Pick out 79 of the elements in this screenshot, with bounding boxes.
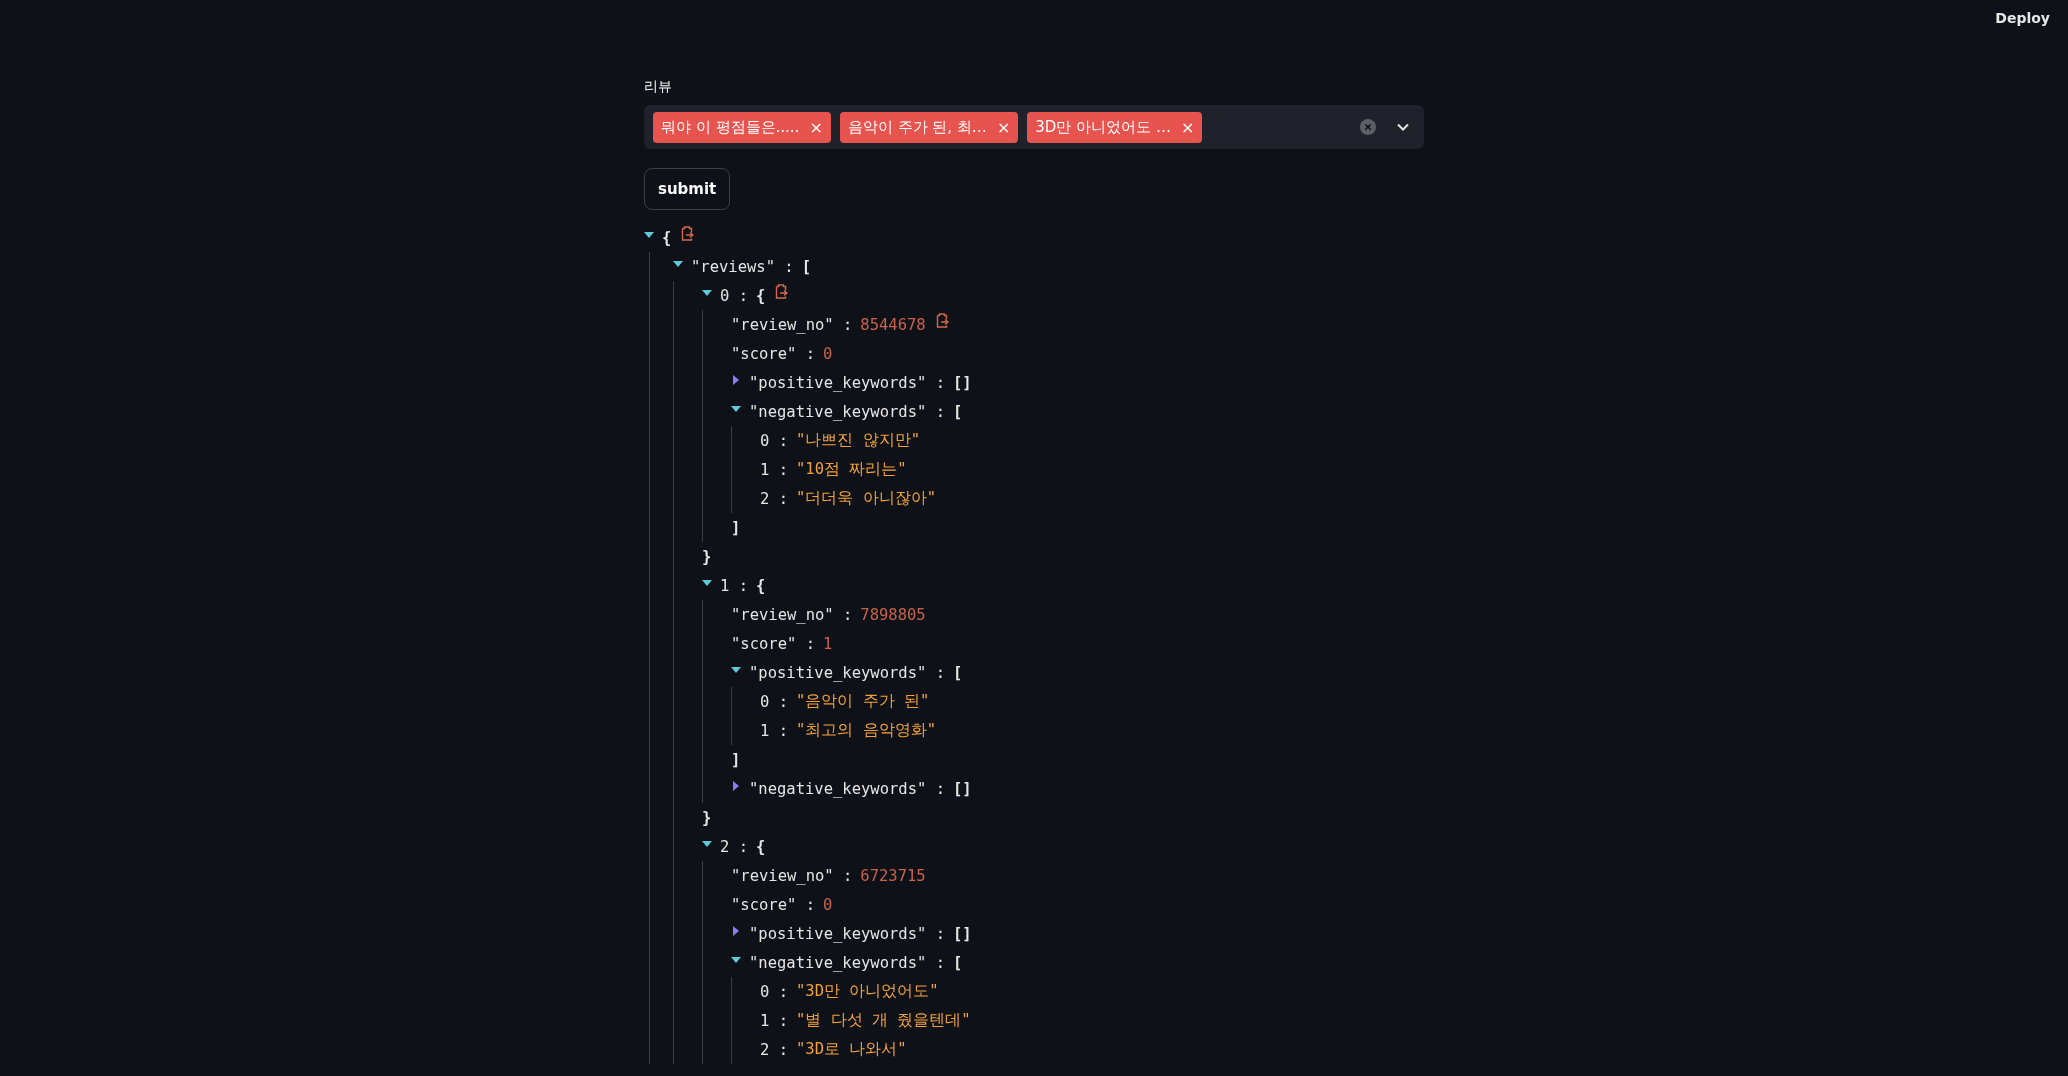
json-key: 1 : xyxy=(760,460,788,479)
clipboard-icon[interactable] xyxy=(681,226,695,241)
json-value: "더더욱 아니잖아" xyxy=(796,488,936,509)
field-label: 리뷰 xyxy=(644,78,672,96)
remove-tag-button[interactable]: × xyxy=(1180,117,1195,137)
clear-icon[interactable] xyxy=(1360,119,1376,135)
collapsed-caret-icon[interactable] xyxy=(733,374,739,385)
deploy-button[interactable]: Deploy xyxy=(1995,10,2050,26)
open-bracket: [ xyxy=(952,663,963,682)
clipboard-icon[interactable] xyxy=(775,284,789,299)
json-key: "negative_keywords" : xyxy=(749,779,945,798)
collapsed-caret-icon[interactable] xyxy=(733,925,739,936)
clipboard-icon[interactable] xyxy=(935,313,949,328)
open-bracket: { xyxy=(662,228,672,247)
open-bracket: { xyxy=(756,576,766,595)
json-key: 2 : xyxy=(760,489,788,508)
json-key: 2 : xyxy=(720,837,748,856)
open-bracket: { xyxy=(756,837,766,856)
chevron-down-icon[interactable] xyxy=(1396,122,1410,132)
remove-tag-button[interactable]: × xyxy=(809,117,823,137)
json-key: 0 : xyxy=(760,431,788,450)
json-value: [] xyxy=(952,779,972,798)
remove-tag-button[interactable]: × xyxy=(996,117,1011,137)
close-bracket: } xyxy=(702,547,712,566)
open-bracket: [ xyxy=(801,257,811,276)
expanded-caret-icon[interactable] xyxy=(673,260,683,267)
json-value: 0 xyxy=(823,895,833,914)
json-value: 8544678 xyxy=(860,315,926,334)
json-key: 2 : xyxy=(760,1040,788,1059)
open-bracket: { xyxy=(756,286,766,305)
close-bracket: ] xyxy=(731,750,741,769)
json-key: 0 : xyxy=(760,692,788,711)
json-key: "positive_keywords" : xyxy=(749,924,945,943)
expanded-caret-icon[interactable] xyxy=(731,405,741,412)
close-bracket: } xyxy=(702,808,712,827)
json-key: "positive_keywords" : xyxy=(749,663,945,682)
json-value: 7898805 xyxy=(860,605,926,624)
expanded-caret-icon[interactable] xyxy=(731,956,741,963)
open-bracket: [ xyxy=(952,402,963,421)
json-value: 1 xyxy=(823,634,833,653)
json-value: 0 xyxy=(823,344,833,363)
json-key: "review_no" : xyxy=(731,605,853,624)
json-value: 6723715 xyxy=(860,866,926,885)
expanded-caret-icon[interactable] xyxy=(702,289,712,296)
json-value: "최고의 음악영화" xyxy=(796,720,936,741)
multiselect-field[interactable]: 뭐야 이 평점들은..... × 음악이 주가 된, 최… × 3D만 아니었어도 … × xyxy=(644,105,1424,149)
json-key: "reviews" : xyxy=(691,257,794,276)
json-value: "3D만 아니었어도" xyxy=(796,981,939,1002)
json-value: [] xyxy=(952,924,972,943)
json-value: "별 다섯 개 줬을텐데" xyxy=(796,1010,971,1031)
tag-text: 음악이 주가 된, 최… xyxy=(847,117,987,137)
json-value: "10점 짜리는" xyxy=(796,459,907,480)
json-key: "negative_keywords" : xyxy=(749,953,945,972)
collapsed-caret-icon[interactable] xyxy=(733,780,739,791)
tag-text: 3D만 아니었어도 … xyxy=(1035,117,1171,137)
json-key: 0 : xyxy=(760,982,788,1001)
json-key: "score" : xyxy=(731,895,815,914)
json-key: "score" : xyxy=(731,344,815,363)
tag-text: 뭐야 이 평점들은..... xyxy=(661,117,800,137)
json-key: "negative_keywords" : xyxy=(749,402,945,421)
submit-button[interactable]: submit xyxy=(644,168,731,210)
json-key: 0 : xyxy=(720,286,748,305)
json-value: "나쁘진 않지만" xyxy=(796,430,920,451)
json-key: "review_no" : xyxy=(731,315,853,334)
open-bracket: [ xyxy=(952,953,963,972)
json-value: "3D로 나와서" xyxy=(796,1039,907,1060)
json-key: 1 : xyxy=(760,1011,788,1030)
json-key: "review_no" : xyxy=(731,866,853,885)
expanded-caret-icon[interactable] xyxy=(702,840,712,847)
json-value: [] xyxy=(952,373,972,392)
expanded-caret-icon[interactable] xyxy=(644,231,654,238)
json-key: 1 : xyxy=(760,721,788,740)
close-bracket: ] xyxy=(731,518,741,537)
json-key: "positive_keywords" : xyxy=(749,373,945,392)
json-value: "음악이 주가 된" xyxy=(796,691,930,712)
json-key: "score" : xyxy=(731,634,815,653)
expanded-caret-icon[interactable] xyxy=(702,579,712,586)
expanded-caret-icon[interactable] xyxy=(731,666,741,673)
json-key: 1 : xyxy=(720,576,748,595)
